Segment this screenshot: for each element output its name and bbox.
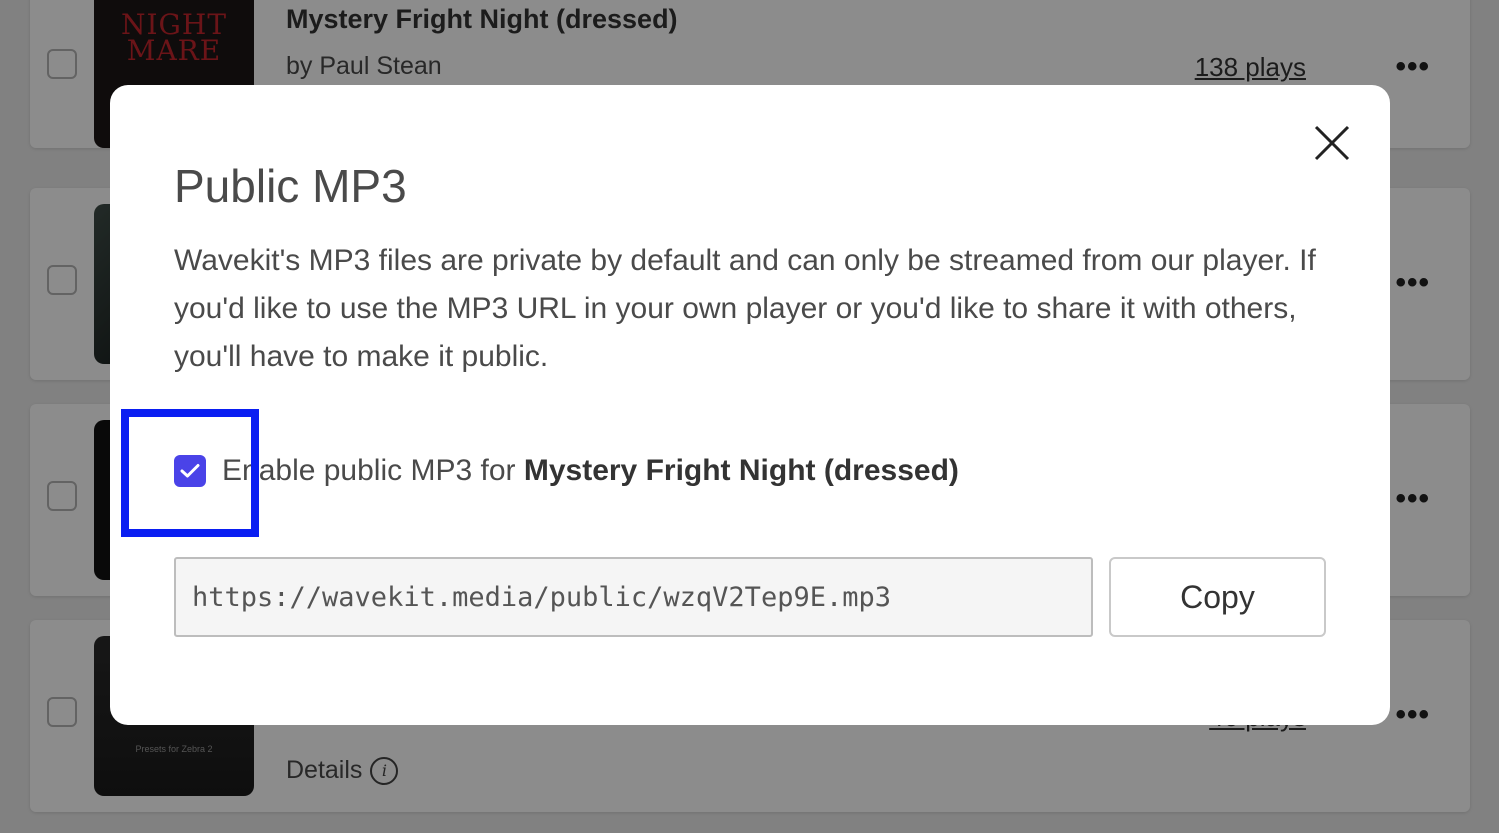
close-icon[interactable] [1310,121,1354,165]
enable-label-text: Enable public MP3 for [222,454,516,487]
enable-public-mp3-checkbox[interactable] [174,455,206,487]
modal-description: Wavekit's MP3 files are private by defau… [174,244,1316,373]
public-mp3-modal: Public MP3 Wavekit's MP3 files are priva… [110,85,1390,725]
modal-title: Public MP3 [174,160,407,212]
public-mp3-url-field[interactable] [174,557,1093,637]
checkmark-icon [180,464,200,478]
enable-track-name: Mystery Fright Night (dressed) [523,454,959,487]
page: NIGHT MARE Mystery Fright Night (dressed… [0,0,1499,833]
enable-public-mp3-label: Enable public MP3 for Mystery Fright Nig… [222,454,959,488]
enable-public-mp3-row: Enable public MP3 for Mystery Fright Nig… [174,449,959,493]
copy-button[interactable]: Copy [1109,557,1326,637]
